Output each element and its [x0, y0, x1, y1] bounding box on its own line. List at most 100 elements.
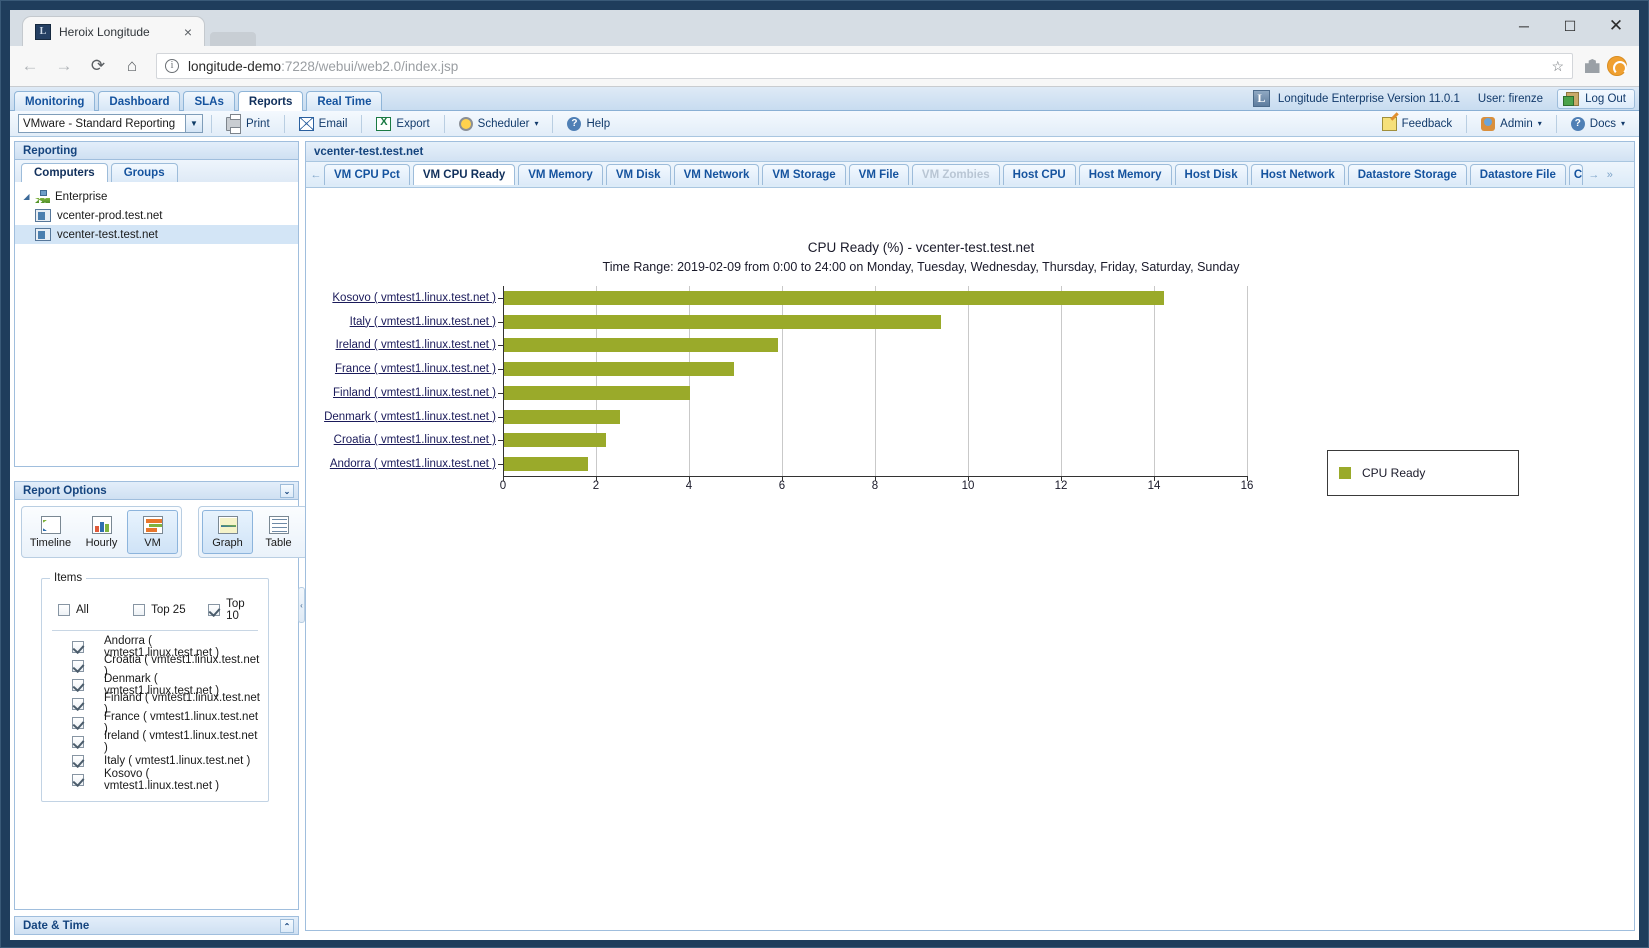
tab-vm-file[interactable]: VM File	[849, 164, 909, 185]
tab-datastore-file[interactable]: Datastore File	[1470, 164, 1566, 185]
tab-vm-disk[interactable]: VM Disk	[606, 164, 671, 185]
subtab-computers[interactable]: Computers	[21, 163, 108, 182]
chart-y-tick	[498, 393, 503, 394]
date-time-header[interactable]: Date & Time ⌃	[14, 916, 299, 935]
export-button[interactable]: Export	[370, 114, 435, 134]
envelope-icon	[299, 117, 314, 131]
item-checkbox[interactable]	[72, 717, 84, 729]
tree-item-vcenter-test[interactable]: vcenter-test.test.net	[15, 225, 298, 244]
nav-tab-slas[interactable]: SLAs	[183, 91, 234, 111]
help-button[interactable]: ? Help	[561, 114, 616, 134]
chart-category-label[interactable]: Ireland ( vmtest1.linux.test.net )	[336, 339, 496, 351]
tab-vm-cpu-pct[interactable]: VM CPU Pct	[324, 164, 410, 185]
maximize-icon[interactable]: ☐	[1547, 10, 1593, 42]
item-checkbox[interactable]	[72, 755, 84, 767]
window-close-icon[interactable]: ✕	[1593, 10, 1639, 42]
chart-category-label[interactable]: France ( vmtest1.linux.test.net )	[335, 363, 496, 375]
profile-avatar[interactable]	[1607, 56, 1627, 76]
chart-gridline	[968, 286, 969, 476]
chart-category-label[interactable]: Italy ( vmtest1.linux.test.net )	[350, 316, 496, 328]
item-row[interactable]: Ireland ( vmtest1.linux.test.net )	[50, 732, 260, 751]
admin-label: Admin	[1500, 118, 1533, 130]
page-info-icon[interactable]: i	[165, 59, 179, 73]
minimize-icon[interactable]: ─	[1501, 10, 1547, 42]
checkbox-top-25[interactable]: Top 25	[133, 604, 208, 616]
item-checkbox[interactable]	[72, 774, 84, 786]
chart-category-label[interactable]: Finland ( vmtest1.linux.test.net )	[333, 387, 496, 399]
item-checkbox[interactable]	[72, 641, 84, 653]
enterprise-icon	[35, 190, 50, 203]
report-type-select[interactable]: VMware - Standard Reporting ▼	[18, 114, 203, 133]
tab-vm-memory[interactable]: VM Memory	[518, 164, 603, 185]
checkbox-all[interactable]: All	[58, 604, 133, 616]
render-button-table[interactable]: Table	[253, 510, 304, 554]
chevron-down-icon[interactable]: ▼	[185, 115, 202, 132]
twisty-expanded-icon[interactable]: ◢	[21, 191, 32, 202]
render-button-graph[interactable]: Graph	[202, 510, 253, 554]
nav-tab-reports[interactable]: Reports	[238, 91, 303, 111]
tree-item-enterprise[interactable]: ◢ Enterprise	[15, 187, 298, 206]
address-input[interactable]: i longitude-demo:7228/webui/web2.0/index…	[156, 53, 1573, 79]
tab-host-cpu[interactable]: Host CPU	[1003, 164, 1076, 185]
nav-tab-monitoring[interactable]: Monitoring	[14, 91, 95, 111]
tab-host-memory[interactable]: Host Memory	[1079, 164, 1172, 185]
reload-icon[interactable]: ⟳	[84, 52, 112, 80]
checkbox-box[interactable]	[58, 604, 70, 616]
tab-cluster[interactable]: Cl	[1569, 164, 1583, 185]
tab-host-disk[interactable]: Host Disk	[1175, 164, 1248, 185]
chart-y-tick	[498, 298, 503, 299]
forward-icon[interactable]: →	[50, 52, 78, 80]
expand-icon[interactable]: ⌃	[280, 919, 294, 933]
chart-category-label[interactable]: Andorra ( vmtest1.linux.test.net )	[330, 458, 496, 470]
nav-tab-dashboard[interactable]: Dashboard	[98, 91, 180, 111]
tabs-scroll-left-icon[interactable]: ←	[308, 164, 324, 186]
browser-tab[interactable]: L Heroix Longitude ×	[22, 16, 205, 46]
chevron-down-icon: ▾	[1621, 119, 1625, 128]
email-button[interactable]: Email	[293, 114, 354, 134]
feedback-button[interactable]: Feedback	[1376, 114, 1459, 134]
chart-category-label[interactable]: Denmark ( vmtest1.linux.test.net )	[324, 411, 496, 423]
tab-vm-zombies: VM Zombies	[912, 164, 1000, 185]
home-icon[interactable]: ⌂	[118, 52, 146, 80]
nav-tab-real-time[interactable]: Real Time	[306, 91, 382, 111]
view-button-hourly[interactable]: Hourly	[76, 510, 127, 554]
admin-menu[interactable]: Admin ▾	[1475, 114, 1548, 134]
chevron-down-icon: ▾	[1538, 119, 1542, 128]
view-button-vm[interactable]: VM	[127, 510, 178, 554]
item-checkbox[interactable]	[72, 679, 84, 691]
item-checkbox[interactable]	[72, 736, 84, 748]
items-fieldset: Items All Top 25	[41, 572, 269, 802]
chart-bar	[504, 410, 620, 424]
print-button[interactable]: Print	[220, 114, 276, 134]
new-tab-button[interactable]	[210, 32, 256, 46]
tabs-overflow-icon[interactable]: »	[1602, 164, 1618, 186]
tab-vm-network[interactable]: VM Network	[674, 164, 760, 185]
checkbox-top-10[interactable]: Top 10	[208, 598, 260, 622]
item-row[interactable]: Kosovo ( vmtest1.linux.test.net )	[50, 770, 260, 789]
chart-category-label[interactable]: Kosovo ( vmtest1.linux.test.net )	[332, 292, 496, 304]
tab-host-network[interactable]: Host Network	[1251, 164, 1345, 185]
docs-menu[interactable]: ? Docs ▾	[1565, 114, 1631, 134]
tree-item-vcenter-prod[interactable]: vcenter-prod.test.net	[15, 206, 298, 225]
extensions-icon[interactable]	[1579, 53, 1605, 79]
view-button-timeline[interactable]: Timeline	[25, 510, 76, 554]
tab-vm-storage[interactable]: VM Storage	[762, 164, 845, 185]
bookmark-star-icon[interactable]: ☆	[1551, 58, 1564, 75]
logout-button[interactable]: Log Out	[1557, 89, 1635, 109]
close-icon[interactable]: ×	[178, 22, 198, 42]
collapse-icon[interactable]: ⌄	[280, 484, 294, 498]
chart-x-tick-label: 10	[962, 480, 975, 492]
item-checkbox[interactable]	[72, 698, 84, 710]
back-icon[interactable]: ←	[16, 52, 44, 80]
subtab-groups[interactable]: Groups	[111, 163, 178, 182]
graph-icon	[218, 516, 238, 534]
panel-splitter-handle[interactable]: ‹	[298, 587, 305, 623]
tab-vm-cpu-ready[interactable]: VM CPU Ready	[413, 164, 515, 185]
item-checkbox[interactable]	[72, 660, 84, 672]
chart-category-label[interactable]: Croatia ( vmtest1.linux.test.net )	[334, 434, 496, 446]
scheduler-button[interactable]: Scheduler ▾	[453, 114, 545, 134]
tabs-scroll-right-icon[interactable]: →	[1586, 164, 1602, 186]
tab-datastore-storage[interactable]: Datastore Storage	[1348, 164, 1467, 185]
checkbox-box[interactable]	[133, 604, 145, 616]
checkbox-box[interactable]	[208, 604, 220, 616]
